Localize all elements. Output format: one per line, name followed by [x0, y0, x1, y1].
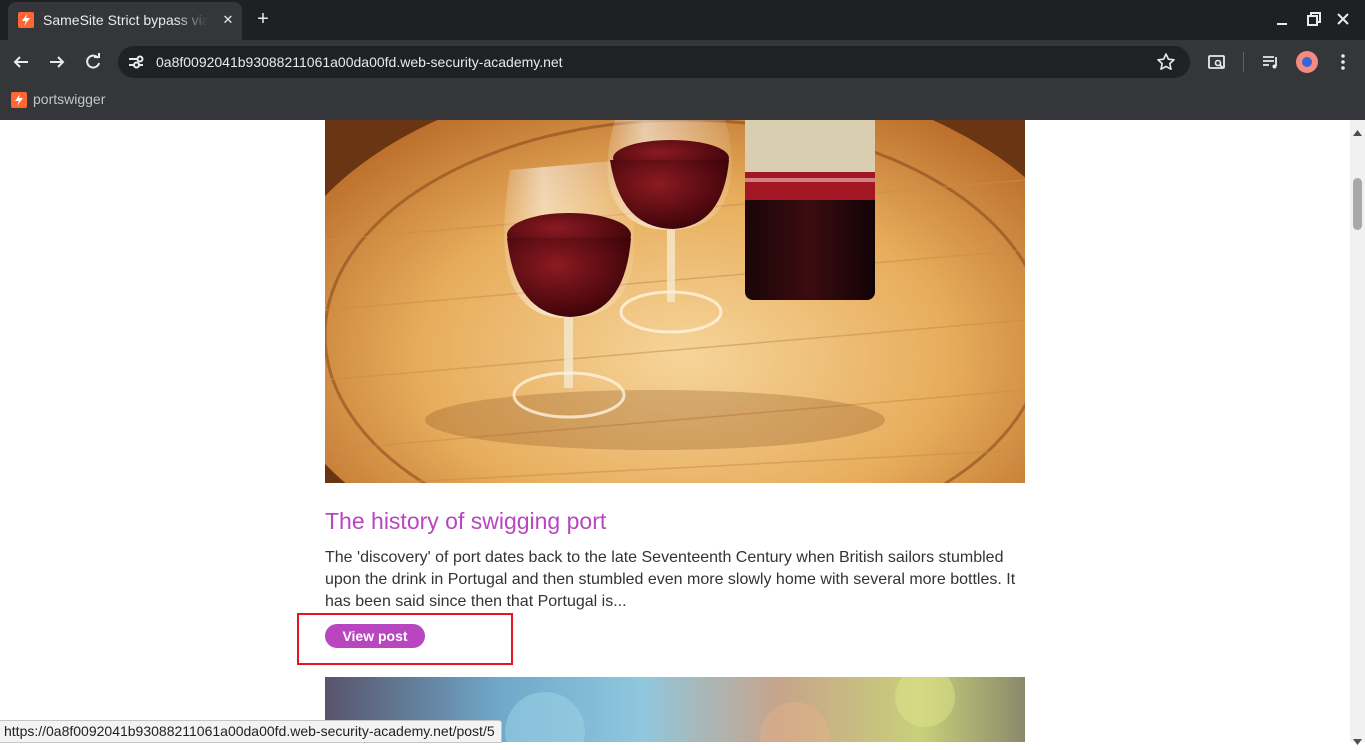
address-bar[interactable]: 0a8f0092041b93088211061a00da00fd.web-sec… [118, 46, 1190, 78]
close-window-icon[interactable] [1332, 8, 1354, 30]
bookmarks-bar: portswigger [0, 85, 1365, 120]
scroll-down-arrow-icon[interactable] [1353, 732, 1362, 745]
tab-title: SameSite Strict bypass via [43, 12, 208, 28]
profile-avatar[interactable] [1296, 51, 1318, 73]
site-settings-icon[interactable] [126, 52, 146, 72]
restore-window-icon[interactable] [1303, 8, 1325, 30]
tab-strip: SameSite Strict bypass via ✕ + [0, 0, 1365, 40]
page-viewport: The history of swigging port The 'discov… [0, 120, 1350, 742]
toolbar-divider [1243, 52, 1244, 72]
bookmark-portswigger[interactable]: portswigger [33, 91, 105, 109]
new-tab-button[interactable]: + [252, 7, 274, 31]
portswigger-favicon-icon [18, 12, 34, 28]
post-summary: The 'discovery' of port dates back to th… [325, 549, 1016, 610]
media-control-icon[interactable] [1260, 51, 1282, 73]
post-title[interactable]: The history of swigging port [325, 508, 1025, 535]
annotation-highlight-box [297, 613, 513, 665]
browser-toolbar: 0a8f0092041b93088211061a00da00fd.web-sec… [0, 40, 1365, 85]
scrollbar-thumb[interactable] [1353, 178, 1362, 230]
back-arrow-icon[interactable] [9, 50, 33, 74]
more-menu-icon[interactable] [1332, 51, 1354, 73]
page-scrollbar[interactable] [1350, 120, 1365, 745]
address-url: 0a8f0092041b93088211061a00da00fd.web-sec… [156, 54, 563, 70]
portswigger-icon [11, 92, 27, 108]
reload-icon[interactable] [81, 50, 105, 74]
minimize-window-icon[interactable] [1271, 8, 1293, 30]
profile-avatar-icon [1302, 57, 1312, 67]
tab-search-icon[interactable] [1206, 51, 1228, 73]
bookmark-star-icon[interactable] [1156, 52, 1176, 72]
tab-close-icon[interactable]: ✕ [219, 11, 237, 29]
browser-tab[interactable]: SameSite Strict bypass via ✕ [8, 2, 242, 40]
post-image-port-wine[interactable] [325, 120, 1025, 483]
forward-arrow-icon[interactable] [45, 50, 69, 74]
link-status-bar: https://0a8f0092041b93088211061a00da00fd… [0, 720, 502, 743]
scroll-up-arrow-icon[interactable] [1353, 123, 1362, 136]
